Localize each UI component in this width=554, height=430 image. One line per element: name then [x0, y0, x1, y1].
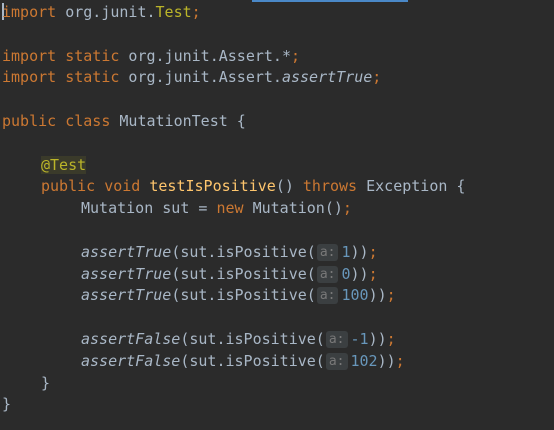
- semicolon: ;: [191, 3, 201, 21]
- package-name: org.junit.Assert.: [119, 68, 282, 87]
- semicolon: ;: [368, 242, 378, 261]
- closing-parens: )): [377, 351, 396, 370]
- closing-parens: )): [350, 264, 369, 283]
- code-line-3[interactable]: import static org.junit.Assert.*;: [2, 46, 554, 68]
- code-line-10[interactable]: Mutation sut = new Mutation();: [2, 198, 554, 220]
- number-literal: 0: [341, 264, 351, 283]
- closing-parens: )): [350, 242, 369, 261]
- variable-declaration: Mutation sut =: [81, 199, 217, 218]
- parameter-hint: a:: [316, 287, 339, 305]
- code-line-19[interactable]: }: [2, 394, 554, 416]
- code-line-13[interactable]: assertTrue(sut.isPositive(a: 0));: [2, 264, 554, 286]
- code-line-7[interactable]: [2, 133, 554, 155]
- method-call: (sut.isPositive(: [180, 329, 325, 348]
- code-line-4[interactable]: import static org.junit.Assert.assertTru…: [2, 67, 554, 89]
- closing-parens: )): [368, 286, 387, 305]
- parameter-hint: a:: [325, 352, 348, 370]
- parameter-hint: a:: [325, 330, 348, 348]
- method-params: (): [275, 177, 303, 196]
- assert-method: assertFalse: [81, 351, 181, 370]
- code-line-8[interactable]: @Test: [2, 155, 554, 177]
- keyword-class: class: [56, 111, 111, 130]
- semicolon: ;: [372, 68, 382, 87]
- keyword-import: import: [2, 68, 57, 87]
- constructor-call: Mutation(): [243, 199, 343, 218]
- code-line-17[interactable]: assertFalse(sut.isPositive(a: 102));: [2, 351, 554, 373]
- closing-brace: }: [41, 373, 51, 392]
- method-name: testIsPositive: [140, 177, 276, 196]
- class-name: MutationTest {: [110, 111, 246, 130]
- number-literal: -1: [350, 329, 369, 348]
- keyword-public: public: [2, 111, 57, 130]
- number-literal: 1: [341, 242, 351, 261]
- semicolon: ;: [368, 264, 378, 283]
- keyword-public: public: [41, 177, 96, 196]
- number-literal: 102: [350, 351, 378, 370]
- method-call: (sut.isPositive(: [180, 351, 325, 370]
- method-call: (sut.isPositive(: [171, 286, 316, 305]
- assert-method: assertTrue: [81, 242, 172, 261]
- method-call: (sut.isPositive(: [171, 242, 316, 261]
- code-line-12[interactable]: assertTrue(sut.isPositive(a: 1));: [2, 242, 554, 264]
- code-line-14[interactable]: assertTrue(sut.isPositive(a: 100));: [2, 285, 554, 307]
- keyword-import: import: [2, 46, 57, 65]
- assert-method: assertTrue: [81, 286, 172, 305]
- parameter-hint: a:: [316, 265, 339, 283]
- code-line-6[interactable]: public class MutationTest {: [2, 111, 554, 133]
- keyword-static: static: [56, 46, 120, 65]
- keyword-import: import: [2, 3, 57, 21]
- keyword-static: static: [56, 68, 120, 87]
- semicolon: ;: [342, 199, 352, 218]
- code-line-11[interactable]: [2, 220, 554, 242]
- package-name: org.junit.Assert.*: [119, 46, 291, 65]
- semicolon: ;: [395, 351, 405, 370]
- code-line-18[interactable]: }: [2, 373, 554, 395]
- assert-method: assertTrue: [81, 264, 172, 283]
- semicolon: ;: [386, 329, 396, 348]
- class-reference: Test: [155, 3, 192, 21]
- exception-type: Exception {: [357, 177, 466, 196]
- semicolon: ;: [386, 286, 396, 305]
- keyword-void: void: [95, 177, 141, 196]
- package-name: org.junit.: [56, 3, 156, 21]
- keyword-throws: throws: [302, 177, 358, 196]
- code-line-5[interactable]: [2, 89, 554, 111]
- closing-brace: }: [2, 395, 12, 414]
- semicolon: ;: [291, 46, 301, 65]
- code-editor[interactable]: import org.junit.Test; import static org…: [2, 2, 554, 430]
- closing-parens: )): [368, 329, 387, 348]
- static-method-reference: assertTrue: [281, 68, 373, 87]
- code-line-1[interactable]: import org.junit.Test;: [2, 2, 554, 24]
- keyword-new: new: [216, 199, 244, 218]
- code-line-9[interactable]: public void testIsPositive() throws Exce…: [2, 176, 554, 198]
- number-literal: 100: [341, 286, 369, 305]
- parameter-hint: a:: [316, 243, 339, 261]
- code-line-2[interactable]: [2, 24, 554, 46]
- method-call: (sut.isPositive(: [171, 264, 316, 283]
- code-line-16[interactable]: assertFalse(sut.isPositive(a: -1));: [2, 329, 554, 351]
- code-line-15[interactable]: [2, 307, 554, 329]
- assert-method: assertFalse: [81, 329, 181, 348]
- annotation-test: @Test: [41, 155, 87, 174]
